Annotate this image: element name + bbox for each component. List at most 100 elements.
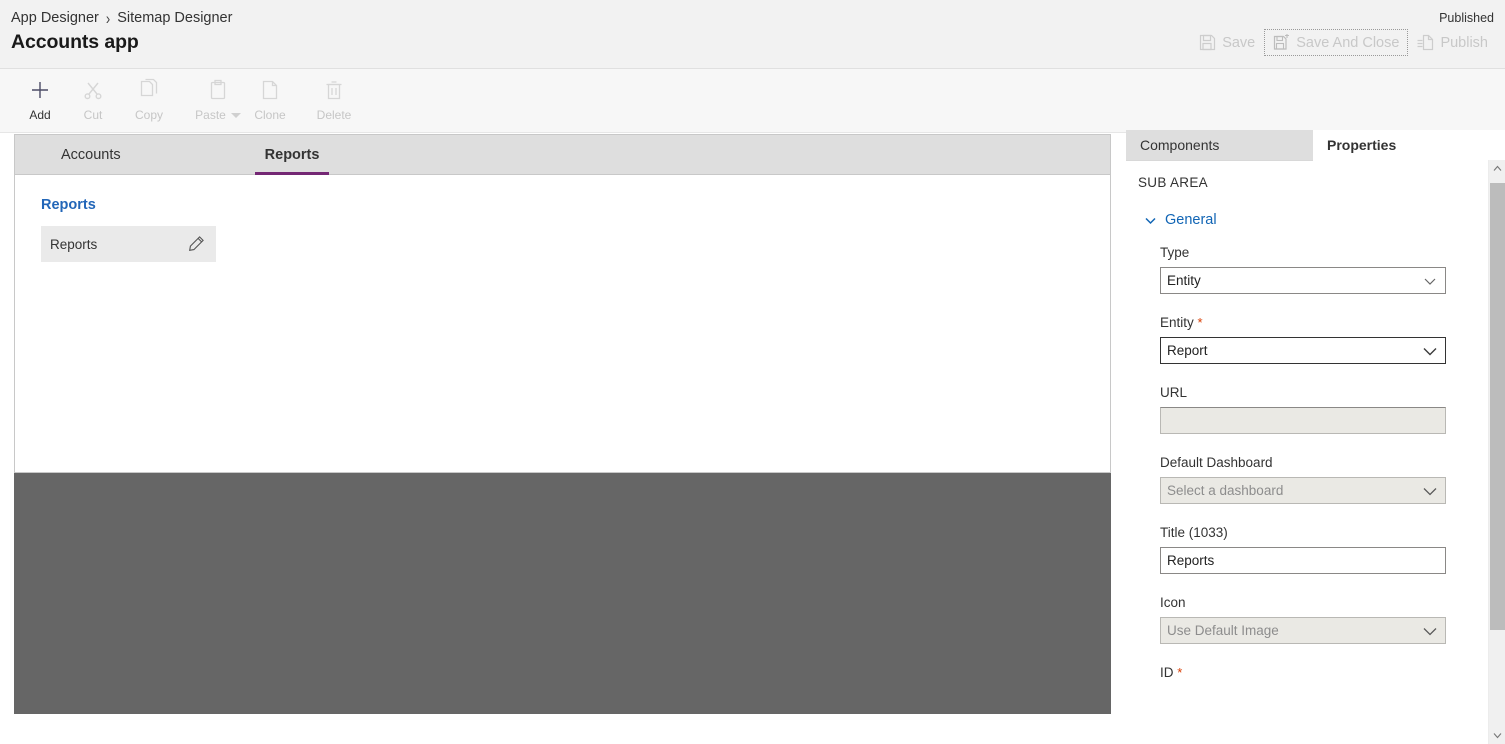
tab-components[interactable]: Components bbox=[1126, 130, 1313, 160]
field-id: ID * bbox=[1160, 665, 1446, 680]
field-title-label: Title (1033) bbox=[1160, 525, 1228, 540]
breadcrumb-item-app-designer[interactable]: App Designer bbox=[11, 10, 99, 26]
tab-components-label: Components bbox=[1140, 137, 1220, 153]
chevron-down-icon bbox=[1422, 273, 1438, 289]
panel-tabstrip: Components Properties bbox=[1126, 130, 1505, 161]
scroll-up-button[interactable] bbox=[1489, 160, 1505, 177]
field-url: URL bbox=[1160, 385, 1446, 434]
type-select[interactable]: Entity bbox=[1160, 267, 1446, 294]
field-entity-label: Entity * bbox=[1160, 315, 1446, 330]
scroll-down-button[interactable] bbox=[1489, 727, 1505, 744]
default-dashboard-placeholder: Select a dashboard bbox=[1167, 483, 1284, 498]
field-title: Title (1033) Reports bbox=[1160, 525, 1446, 574]
accordion-general-label: General bbox=[1165, 212, 1217, 228]
url-input bbox=[1160, 407, 1446, 434]
icon-select[interactable]: Use Default Image bbox=[1160, 617, 1446, 644]
tab-active-indicator bbox=[254, 172, 330, 175]
section-header-subarea: SUB AREA bbox=[1138, 175, 1208, 190]
clone-button-label: Clone bbox=[254, 108, 286, 122]
publish-status-label: Published bbox=[1439, 11, 1494, 25]
sitemap-canvas: Accounts Reports Reports Reports bbox=[14, 134, 1111, 473]
tab-properties[interactable]: Properties bbox=[1313, 130, 1505, 161]
icon-select-placeholder: Use Default Image bbox=[1167, 623, 1279, 638]
save-and-close-button-label: Save And Close bbox=[1296, 34, 1400, 51]
entity-select-value: Report bbox=[1167, 343, 1208, 358]
save-icon bbox=[1199, 34, 1216, 51]
save-button-label: Save bbox=[1222, 34, 1256, 51]
panel-scrollbar[interactable] bbox=[1488, 160, 1505, 744]
trash-icon bbox=[322, 77, 346, 103]
tab-reports-label: Reports bbox=[264, 146, 320, 163]
scrollbar-thumb[interactable] bbox=[1490, 183, 1505, 630]
breadcrumb-item-sitemap-designer[interactable]: Sitemap Designer bbox=[117, 10, 232, 26]
copy-button-label: Copy bbox=[134, 108, 163, 122]
add-button-label: Add bbox=[29, 108, 51, 122]
field-entity: Entity * Report bbox=[1160, 315, 1446, 364]
title-input[interactable]: Reports bbox=[1160, 547, 1446, 574]
paste-button-label: Paste bbox=[195, 108, 226, 122]
delete-button: Delete bbox=[306, 77, 362, 127]
title-input-value: Reports bbox=[1167, 553, 1215, 568]
breadcrumb: App Designer › Sitemap Designer bbox=[11, 8, 232, 28]
properties-panel: Components Properties SUB AREA General T… bbox=[1126, 130, 1505, 744]
field-icon: Icon Use Default Image bbox=[1160, 595, 1446, 644]
clipboard-icon bbox=[206, 77, 230, 103]
chevron-down-icon bbox=[1422, 483, 1438, 499]
chevron-down-icon[interactable] bbox=[230, 112, 241, 118]
app-header: App Designer › Sitemap Designer Accounts… bbox=[0, 0, 1505, 69]
add-button[interactable]: Add bbox=[12, 77, 68, 127]
default-dashboard-select[interactable]: Select a dashboard bbox=[1160, 477, 1446, 504]
pencil-icon[interactable] bbox=[187, 235, 205, 253]
publish-icon bbox=[1417, 34, 1434, 51]
publish-button-label: Publish bbox=[1440, 34, 1488, 51]
field-id-label: ID * bbox=[1160, 665, 1446, 680]
cut-button: Cut bbox=[65, 77, 121, 127]
paste-button: Paste bbox=[186, 77, 250, 127]
save-and-close-button[interactable]: Save And Close bbox=[1264, 29, 1409, 56]
clone-button: Clone bbox=[242, 77, 298, 127]
chevron-down-icon bbox=[1422, 623, 1438, 639]
field-entity-label-text: Entity bbox=[1160, 315, 1194, 330]
tab-properties-label: Properties bbox=[1327, 137, 1397, 153]
canvas-dim-overlay bbox=[14, 473, 1111, 714]
field-id-label-text: ID bbox=[1160, 665, 1174, 680]
tab-reports[interactable]: Reports bbox=[241, 135, 344, 175]
publish-button: Publish bbox=[1408, 29, 1497, 56]
field-url-label: URL bbox=[1160, 385, 1188, 400]
field-default-dashboard: Default Dashboard Select a dashboard bbox=[1160, 455, 1446, 504]
page-title: Accounts app bbox=[11, 31, 139, 53]
command-bar: Add Cut Copy Paste Clone Delete bbox=[0, 69, 1505, 133]
field-icon-label: Icon bbox=[1160, 595, 1186, 610]
copy-icon bbox=[137, 77, 161, 103]
panel-scroll-area: SUB AREA General Type Entity Entity * Re… bbox=[1126, 161, 1505, 715]
sitemap-designer-app: App Designer › Sitemap Designer Accounts… bbox=[0, 0, 1505, 744]
canvas-body: Reports Reports bbox=[15, 175, 1110, 262]
paste-button-labelrow: Paste bbox=[195, 108, 241, 122]
tab-accounts[interactable]: Accounts bbox=[37, 135, 145, 174]
save-button: Save bbox=[1190, 29, 1264, 56]
type-select-value: Entity bbox=[1167, 273, 1201, 288]
clone-icon bbox=[258, 77, 282, 103]
field-type-label: Type bbox=[1160, 245, 1190, 260]
delete-button-label: Delete bbox=[316, 108, 352, 122]
chevron-down-icon bbox=[1144, 214, 1157, 227]
scissors-icon bbox=[81, 77, 105, 103]
copy-button: Copy bbox=[121, 77, 177, 127]
breadcrumb-separator-icon: › bbox=[105, 8, 111, 28]
plus-icon bbox=[28, 77, 52, 103]
subarea-tile-label: Reports bbox=[50, 236, 98, 252]
group-title-reports[interactable]: Reports bbox=[41, 197, 1110, 213]
subarea-tile-reports[interactable]: Reports bbox=[41, 226, 216, 262]
save-and-close-icon bbox=[1273, 34, 1290, 51]
chevron-down-icon bbox=[1422, 343, 1438, 359]
required-marker: * bbox=[1197, 315, 1203, 330]
canvas-tabstrip: Accounts Reports bbox=[15, 135, 1110, 175]
tab-accounts-label: Accounts bbox=[61, 146, 121, 163]
field-type: Type Entity bbox=[1160, 245, 1446, 294]
required-marker: * bbox=[1177, 665, 1183, 680]
field-default-dashboard-label: Default Dashboard bbox=[1160, 455, 1273, 470]
cut-button-label: Cut bbox=[83, 108, 103, 122]
header-actions: Save Save And Close Publish bbox=[1190, 29, 1497, 56]
entity-select[interactable]: Report bbox=[1160, 337, 1446, 364]
accordion-general[interactable]: General bbox=[1144, 212, 1505, 228]
